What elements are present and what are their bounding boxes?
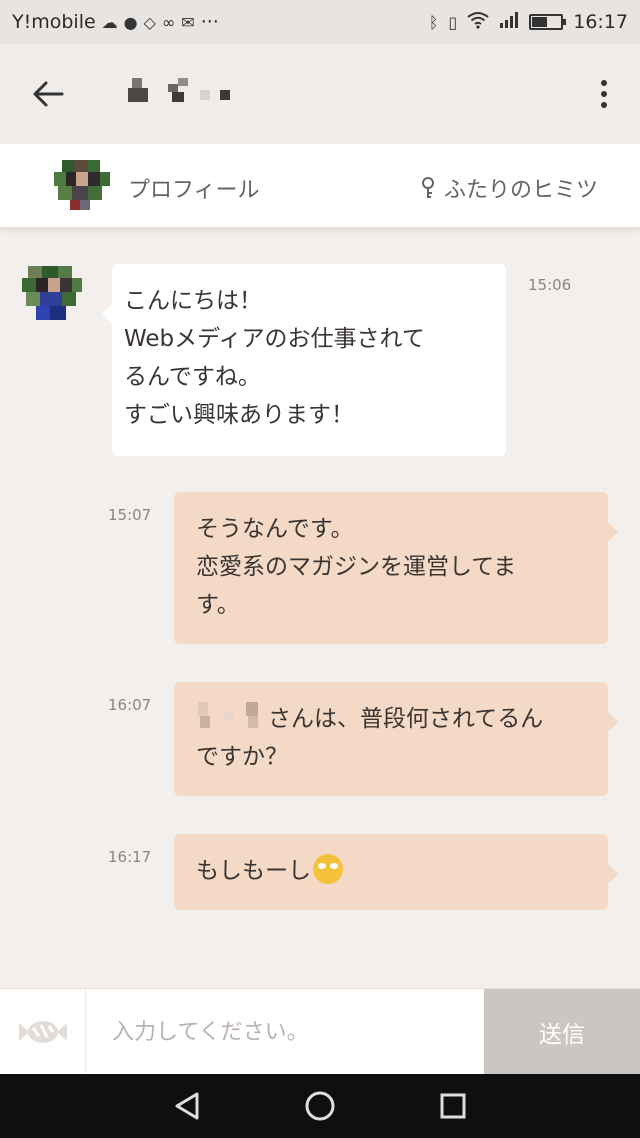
outgoing-message-bubble[interactable]: そうなんです。 恋愛系のマガジンを運営してま す。 bbox=[174, 492, 618, 644]
message-text-line: るんですね。 bbox=[124, 364, 261, 390]
message-text-line: ですか？ bbox=[196, 744, 288, 770]
secret-link[interactable]: ふたりのヒミツ bbox=[420, 172, 598, 204]
message-timestamp: 15:06 bbox=[528, 276, 572, 294]
chat-area[interactable]: こんにちは！ Webメディアのお仕事されて るんですね。 すごい興味あります！ … bbox=[0, 228, 640, 988]
outgoing-message-bubble[interactable]: もしもーし bbox=[174, 834, 618, 910]
message-text: もしもーし bbox=[196, 858, 311, 884]
message-input[interactable] bbox=[96, 1007, 476, 1057]
profile-bar: プロフィール ふたりのヒミツ bbox=[0, 144, 640, 228]
input-bar: 送信 bbox=[0, 988, 640, 1075]
vibrate-icon: ▯ bbox=[448, 12, 458, 32]
nav-recents-button[interactable] bbox=[429, 1082, 477, 1130]
profile-link[interactable]: プロフィール bbox=[128, 172, 260, 204]
more-vertical-icon-dot bbox=[601, 91, 607, 97]
bluetooth-icon: ᛒ bbox=[428, 12, 439, 32]
message-text-line: す。 bbox=[196, 592, 240, 618]
overflow-dots: ··· bbox=[200, 11, 219, 33]
message-text: さんは、普段何されてるん bbox=[268, 706, 544, 732]
message-text-line: さんは、普段何されてるん bbox=[196, 700, 596, 738]
wifi-icon bbox=[467, 11, 489, 34]
status-left: Y!mobile ☁ ● ◇ ∞ ✉ ··· bbox=[12, 11, 429, 33]
signal-icon bbox=[499, 11, 519, 34]
message-text-line: もしもーし bbox=[196, 852, 596, 890]
message-text-line: Webメディアのお仕事されて bbox=[124, 326, 425, 352]
secret-link-label: ふたりのヒミツ bbox=[443, 178, 598, 203]
link-icon: ∞ bbox=[161, 12, 176, 32]
candy-button[interactable] bbox=[0, 989, 86, 1075]
nav-home-button[interactable] bbox=[296, 1082, 344, 1130]
nav-recents-icon bbox=[440, 1093, 466, 1119]
message-timestamp: 15:07 bbox=[108, 506, 152, 524]
outgoing-message-bubble[interactable]: さんは、普段何されてるん ですか？ bbox=[174, 682, 618, 796]
system-nav-bar bbox=[0, 1074, 640, 1138]
chat-title-pixelated bbox=[128, 78, 238, 108]
sender-avatar[interactable] bbox=[20, 264, 82, 326]
message-text-line: 恋愛系のマガジンを運営してま bbox=[196, 554, 517, 580]
app-bar bbox=[0, 44, 640, 144]
status-bar: Y!mobile ☁ ● ◇ ∞ ✉ ··· ᛒ ▯ 16:17 bbox=[0, 0, 640, 44]
redacted-name bbox=[196, 702, 268, 730]
diamond-icon: ◇ bbox=[143, 12, 156, 32]
back-button[interactable] bbox=[26, 72, 70, 116]
message-text-line: そうなんです。 bbox=[196, 516, 354, 542]
more-vertical-icon-dot bbox=[601, 102, 607, 108]
message-text-line: こんにちは！ bbox=[124, 288, 262, 314]
more-menu-button[interactable] bbox=[590, 72, 618, 116]
message-timestamp: 16:07 bbox=[108, 696, 152, 714]
cloud-icon: ☁ bbox=[101, 12, 118, 32]
more-vertical-icon-dot bbox=[601, 80, 607, 86]
carrier-label: Y!mobile bbox=[12, 11, 96, 33]
send-button[interactable]: 送信 bbox=[484, 989, 640, 1075]
battery-fill bbox=[532, 17, 548, 27]
message-timestamp: 16:17 bbox=[108, 848, 152, 866]
profile-avatar[interactable] bbox=[52, 156, 110, 216]
message-text-line: すごい興味あります！ bbox=[124, 402, 354, 428]
mail-icon: ✉ bbox=[181, 12, 195, 32]
nav-home-icon bbox=[305, 1091, 335, 1121]
arrow-left-icon bbox=[33, 81, 64, 107]
key-icon bbox=[421, 177, 434, 198]
battery-icon bbox=[529, 14, 567, 30]
status-time: 16:17 bbox=[573, 11, 628, 33]
status-right: ᛒ ▯ 16:17 bbox=[429, 11, 628, 34]
nav-back-button[interactable] bbox=[163, 1082, 211, 1130]
incoming-message-bubble[interactable]: こんにちは！ Webメディアのお仕事されて るんですね。 すごい興味あります！ bbox=[102, 264, 506, 456]
rolling-eyes-emoji-icon bbox=[313, 854, 343, 884]
messenger-icon: ● bbox=[123, 12, 138, 32]
nav-back-icon bbox=[175, 1092, 199, 1120]
candy-icon bbox=[18, 1021, 67, 1043]
